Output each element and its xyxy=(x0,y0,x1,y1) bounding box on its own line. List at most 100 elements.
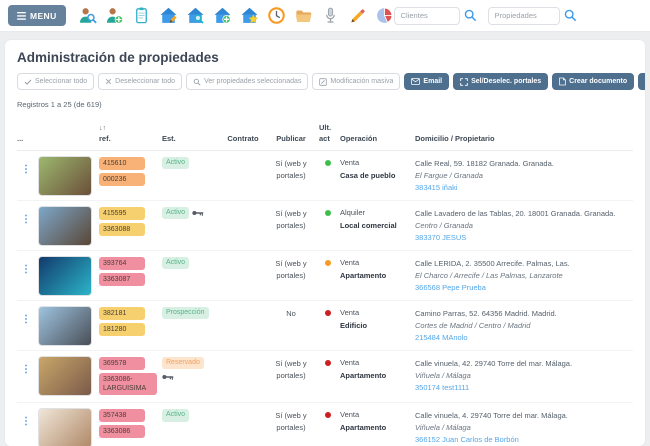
status-badge: Reservado xyxy=(162,357,204,369)
column-ref[interactable]: ↓↑ ref. xyxy=(99,124,159,144)
ref-cell: 3695783363086-LARGUISIMA xyxy=(99,355,159,398)
deselect-all-button[interactable]: Deseleccionar todo xyxy=(98,73,182,90)
client-add-icon[interactable] xyxy=(105,6,124,25)
ref-badge: 382181 xyxy=(99,307,145,320)
table-row[interactable]: ⋮ 3695783363086-LARGUISIMA Reservado Sí … xyxy=(17,351,633,403)
toolbar-icons xyxy=(78,6,394,25)
status-badge: Activo xyxy=(162,257,189,269)
mass-edit-button[interactable]: Modificación masiva xyxy=(312,73,400,90)
owner-link[interactable]: 366152 Juan Carlos de Borbón xyxy=(415,434,633,446)
row-actions-kebab-icon[interactable]: ⋮ xyxy=(21,214,31,225)
property-search-icon[interactable] xyxy=(186,6,205,25)
contract-cell xyxy=(223,305,263,308)
clients-search-input[interactable] xyxy=(394,7,460,25)
property-photo[interactable] xyxy=(38,256,92,296)
owner-link[interactable]: 383415 iñaki xyxy=(415,182,633,194)
property-photo[interactable] xyxy=(38,408,92,446)
property-type: Edificio xyxy=(340,321,412,330)
topbar-search-area xyxy=(394,7,650,25)
notes-clipboard-icon[interactable] xyxy=(132,6,151,25)
email-button[interactable]: Email xyxy=(404,73,449,90)
ref-cell: 382181 181280 xyxy=(99,305,159,339)
row-actions-kebab-icon[interactable]: ⋮ xyxy=(21,264,31,275)
create-document-button[interactable]: Crear documento xyxy=(552,73,634,90)
table-body: ⋮ 415610000236 Activo Sí (web y portales… xyxy=(17,151,633,446)
row-actions-kebab-icon[interactable]: ⋮ xyxy=(21,416,31,427)
operation-label: Venta xyxy=(340,255,412,267)
property-address: Calle vinuela, 4. 29740 Torre del mar. M… xyxy=(415,410,633,422)
envelope-icon xyxy=(411,78,420,85)
property-address: Calle Real, 59. 18182 Granada. Granada. xyxy=(415,158,633,170)
clock-icon[interactable] xyxy=(267,6,286,25)
property-zone: Viñuela / Málaga xyxy=(415,370,633,382)
last-activity-dot xyxy=(325,412,331,418)
column-est: Est. xyxy=(162,134,220,145)
portals-select-button[interactable]: Sel/Deselec. portales xyxy=(453,73,548,90)
property-address: Calle Lavadero de las Tablas, 20. 18001 … xyxy=(415,208,633,220)
status-cell: Reservado xyxy=(162,355,220,381)
status-badge: Activo xyxy=(162,207,189,219)
properties-search-input[interactable] xyxy=(488,7,560,25)
property-photo[interactable] xyxy=(38,156,92,196)
row-actions-kebab-icon[interactable]: ⋮ xyxy=(21,314,31,325)
owner-link[interactable]: 383370 JESUS xyxy=(415,232,633,244)
table-row[interactable]: ⋮ 4155953363088 Activo Sí (web y portale… xyxy=(17,201,633,251)
actions-toolbar: Seleccionar todo Deseleccionar todo Ver … xyxy=(17,73,633,90)
property-zone: Cortes de Madrid / Centro / Madrid xyxy=(415,320,633,332)
folder-icon[interactable] xyxy=(294,6,313,25)
column-operacion: Operación xyxy=(340,134,412,145)
row-actions-kebab-icon[interactable]: ⋮ xyxy=(21,164,31,175)
expand-icon xyxy=(460,78,468,86)
check-icon xyxy=(24,78,32,86)
property-type: Local comercial xyxy=(340,221,412,230)
table-row[interactable]: ⋮ 3574383363086 Activo Sí (web y portale… xyxy=(17,403,633,446)
clients-search-icon[interactable] xyxy=(463,7,480,24)
select-all-button[interactable]: Seleccionar todo xyxy=(17,73,94,90)
operation-label: Alquiler xyxy=(340,205,412,217)
sort-icon[interactable]: ↓↑ xyxy=(99,124,159,134)
ref-badge: 3363086 xyxy=(99,425,145,438)
property-type: Apartamento xyxy=(340,271,412,280)
property-photo[interactable] xyxy=(38,356,92,396)
status-badge: Activo xyxy=(162,409,189,421)
x-icon xyxy=(105,78,112,85)
ref-badge: 357438 xyxy=(99,409,145,422)
property-photo[interactable] xyxy=(38,306,92,346)
property-address: Calle vinuela, 42. 29740 Torre del mar. … xyxy=(415,358,633,370)
table-row[interactable]: ⋮ 415610000236 Activo Sí (web y portales… xyxy=(17,151,633,201)
column-ult-act: Ult. act xyxy=(319,123,337,144)
owner-link[interactable]: 366568 Pepe Prueba xyxy=(415,282,633,294)
whatsapp-button[interactable]: Whatsapp xyxy=(638,73,645,90)
owner-link[interactable]: 350174 test1111 xyxy=(415,382,633,394)
microphone-icon[interactable] xyxy=(321,6,340,25)
last-activity-dot xyxy=(325,310,331,316)
property-zone: El Fargue / Granada xyxy=(415,170,633,182)
property-edit-icon[interactable] xyxy=(159,6,178,25)
key-icon xyxy=(192,209,204,217)
row-actions-kebab-icon[interactable]: ⋮ xyxy=(21,364,31,375)
property-type: Apartamento xyxy=(340,371,412,380)
menu-button[interactable]: MENU xyxy=(8,5,66,26)
status-badge: Prospección xyxy=(162,307,209,319)
table-row[interactable]: ⋮ 3937643363087 Activo Sí (web y portale… xyxy=(17,251,633,301)
property-featured-icon[interactable] xyxy=(240,6,259,25)
properties-search-icon[interactable] xyxy=(563,7,580,24)
ref-badge: 369578 xyxy=(99,357,145,370)
publish-cell: Sí (web y portales) xyxy=(266,155,316,181)
view-selected-button[interactable]: Ver propiedades seleccionadas xyxy=(186,73,308,90)
property-add-icon[interactable] xyxy=(213,6,232,25)
publish-cell: Sí (web y portales) xyxy=(266,255,316,281)
pencil-icon[interactable] xyxy=(348,6,367,25)
owner-link[interactable]: 215484 MAnolo xyxy=(415,332,633,344)
column-domicilio: Domicilio / Propietario xyxy=(415,134,633,145)
contract-cell xyxy=(223,205,263,208)
client-search-icon[interactable] xyxy=(78,6,97,25)
ref-badge: 181280 xyxy=(99,323,145,336)
status-cell: Activo xyxy=(162,407,220,421)
status-cell: Prospección xyxy=(162,305,220,319)
contract-cell xyxy=(223,255,263,258)
pie-chart-icon[interactable] xyxy=(375,6,394,25)
table-row[interactable]: ⋮ 382181181280 Prospección No Venta Edif… xyxy=(17,301,633,351)
property-photo[interactable] xyxy=(38,206,92,246)
contract-cell xyxy=(223,355,263,358)
